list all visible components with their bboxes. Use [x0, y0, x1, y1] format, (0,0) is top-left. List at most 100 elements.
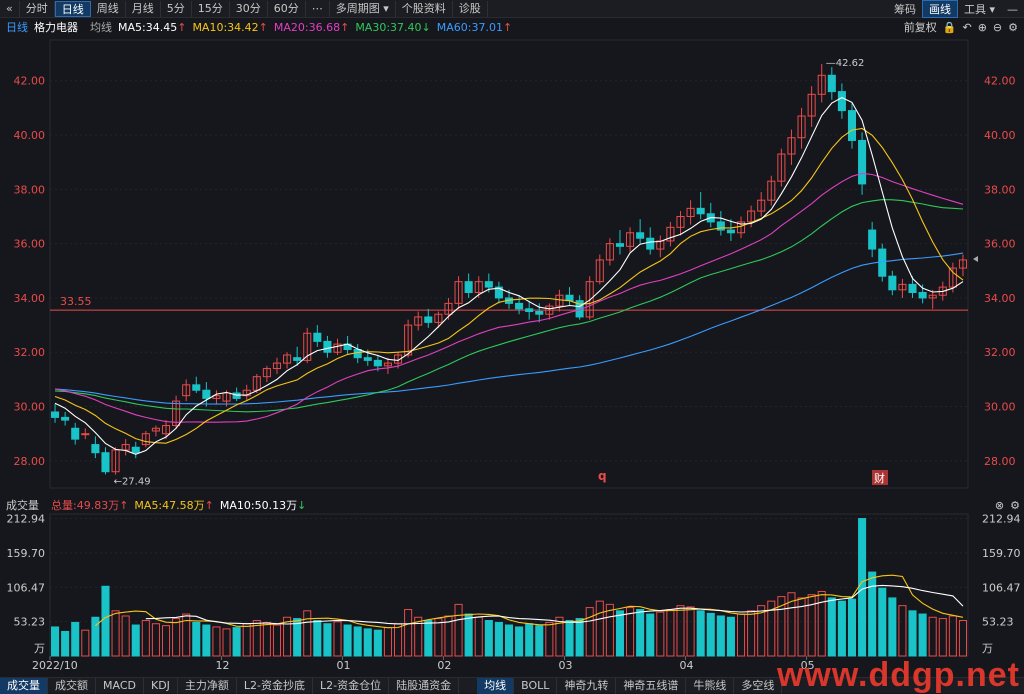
- indicator-tab-0[interactable]: 成交量: [0, 677, 48, 694]
- volume-bar: [151, 623, 160, 657]
- stock-name[interactable]: 格力电器: [34, 19, 78, 35]
- toolbar-tab-8[interactable]: ⋯: [306, 0, 330, 17]
- volume-bar: [666, 609, 675, 657]
- settings-icon[interactable]: ⚙: [1010, 499, 1020, 512]
- indicator-tab-11[interactable]: 神奇五线谱: [616, 677, 687, 694]
- candle-body: [827, 74, 836, 93]
- volume-bar: [81, 629, 90, 657]
- toolbar-tab-11[interactable]: 诊股: [453, 0, 488, 17]
- ma30-value: MA30:37.40↓: [355, 20, 431, 34]
- fq-select[interactable]: 前复权: [904, 19, 937, 35]
- volume-bar: [394, 623, 403, 657]
- date-label: 12: [215, 659, 229, 672]
- price-tick-right: 42.00: [984, 75, 1016, 88]
- zoom-in-icon[interactable]: ⊕: [978, 21, 987, 34]
- price-tick-left: 34.00: [14, 292, 46, 305]
- volume-bar: [333, 621, 342, 657]
- indicator-tab-4[interactable]: 主力净额: [178, 677, 237, 694]
- date-label: 2022/10: [32, 659, 78, 672]
- volume-bar: [706, 612, 715, 657]
- candle-body: [696, 207, 705, 215]
- toolbar-tab-10[interactable]: 个股资料: [396, 0, 453, 17]
- volume-bar: [202, 624, 211, 657]
- volume-bar: [262, 621, 271, 657]
- price-tick-right: 34.00: [984, 292, 1016, 305]
- watermark: www.ddgp.net: [776, 656, 1020, 694]
- candle-body: [353, 349, 362, 359]
- ma-right-controls: 前复权 🔒 ↶ ⊕ ⊖ ⚙: [904, 18, 1018, 36]
- undo-icon[interactable]: ↶: [962, 21, 971, 34]
- candle-body: [918, 292, 927, 299]
- volume-bar: [726, 616, 735, 657]
- volume-bar: [504, 624, 514, 657]
- avg-label[interactable]: 均线: [90, 19, 112, 35]
- kline-chart[interactable]: 33.55 42.00 42.00 40.00 40.00 38.00 38.00 36.0…: [0, 0, 1024, 693]
- volume-bar: [363, 628, 372, 657]
- indicator-tab-9[interactable]: BOLL: [514, 677, 558, 694]
- price-tick-right: 38.00: [984, 183, 1016, 196]
- toolbar-tab-9[interactable]: 多周期图 ▾: [330, 0, 396, 17]
- volume-bar: [868, 571, 877, 657]
- back-icon[interactable]: «: [0, 0, 20, 17]
- toolbar-tab-1[interactable]: 日线: [54, 0, 91, 17]
- low-price-label: ←27.49: [114, 477, 151, 488]
- indicator-tab-6[interactable]: L2-资金仓位: [313, 677, 390, 694]
- volume-bar: [283, 616, 292, 657]
- indicator-tab-2[interactable]: MACD: [96, 677, 144, 694]
- toolbar-tab-2[interactable]: 周线: [91, 0, 126, 17]
- indicator-tab-12[interactable]: 牛熊线: [686, 677, 735, 694]
- indicator-tab-10[interactable]: 神奇九转: [557, 677, 617, 694]
- volume-controls: ⊗ ⚙: [995, 496, 1020, 514]
- indicator-tab-8[interactable]: 均线: [477, 677, 515, 694]
- ma60-value: MA60:37.01↑: [436, 20, 513, 34]
- volume-bar: [343, 624, 352, 657]
- candle-body: [293, 357, 302, 361]
- toolbar-right-2[interactable]: 工具 ▾: [958, 1, 1001, 17]
- candle-body: [373, 359, 382, 367]
- lock-icon[interactable]: 🔒: [943, 21, 957, 34]
- toolbar-tab-3[interactable]: 月线: [126, 0, 161, 17]
- volume-bar: [313, 620, 322, 657]
- ma-legend: 日线 格力电器 均线 MA5:34.45↑ MA10:34.42↑ MA20:3…: [0, 18, 1024, 36]
- ma5-line: [54, 96, 964, 455]
- toolbar-right-0[interactable]: 筹码: [888, 1, 922, 17]
- ma10-value: MA10:34.42↑: [192, 20, 268, 34]
- minimize-icon[interactable]: —: [1001, 3, 1024, 16]
- period-toolbar: «分时 日线 周线 月线 5分 15分 30分 60分 ⋯ 多周期图 ▾ 个股资料 诊股: [0, 0, 1024, 18]
- candle-body: [424, 316, 433, 323]
- indicator-tab-13[interactable]: 多空线: [734, 677, 783, 694]
- volume-unit-right: 万: [982, 642, 993, 655]
- close-icon[interactable]: ⊗: [995, 499, 1004, 512]
- indicator-tab-3[interactable]: KDJ: [144, 677, 178, 694]
- toolbar-right-1[interactable]: 画线: [921, 0, 958, 18]
- volume-bar: [908, 610, 917, 657]
- zoom-out-icon[interactable]: ⊖: [993, 21, 1002, 34]
- price-tick-right: 28.00: [984, 455, 1016, 468]
- settings-icon[interactable]: ⚙: [1008, 21, 1018, 34]
- q-marker: q: [598, 469, 607, 483]
- volume-bar: [525, 623, 534, 657]
- ma10-line: [54, 127, 964, 444]
- toolbar-tab-6[interactable]: 30分: [230, 0, 268, 17]
- candle-body: [908, 283, 917, 294]
- indicator-tab-7[interactable]: 陆股通资金: [389, 677, 460, 694]
- candle-body: [202, 389, 211, 399]
- volume-tick-right: 106.47: [982, 581, 1021, 594]
- toolbar-tab-0[interactable]: 分时: [20, 0, 55, 17]
- price-pane-border: [49, 39, 969, 489]
- volume-ma5: MA5:47.58万↑: [134, 499, 214, 512]
- volume-legend: 成交量 总量:49.83万↑ MA5:47.58万↑ MA10:50.13万↓: [0, 496, 1024, 514]
- volume-bar: [615, 610, 624, 657]
- volume-bar: [404, 609, 413, 657]
- volume-bar: [545, 621, 554, 657]
- toolbar-right: 筹码 画线 工具 ▾ —: [888, 0, 1024, 18]
- toolbar-tab-7[interactable]: 60分: [268, 0, 306, 17]
- indicator-tab-5[interactable]: L2-资金抄底: [237, 677, 314, 694]
- ma60-line: [54, 252, 964, 405]
- volume-bar: [747, 610, 756, 657]
- toolbar-tab-4[interactable]: 5分: [161, 0, 192, 17]
- toolbar-tab-5[interactable]: 15分: [192, 0, 230, 17]
- chart-grid: [49, 39, 969, 657]
- indicator-tab-1[interactable]: 成交额: [48, 677, 96, 694]
- volume-bar: [515, 626, 524, 657]
